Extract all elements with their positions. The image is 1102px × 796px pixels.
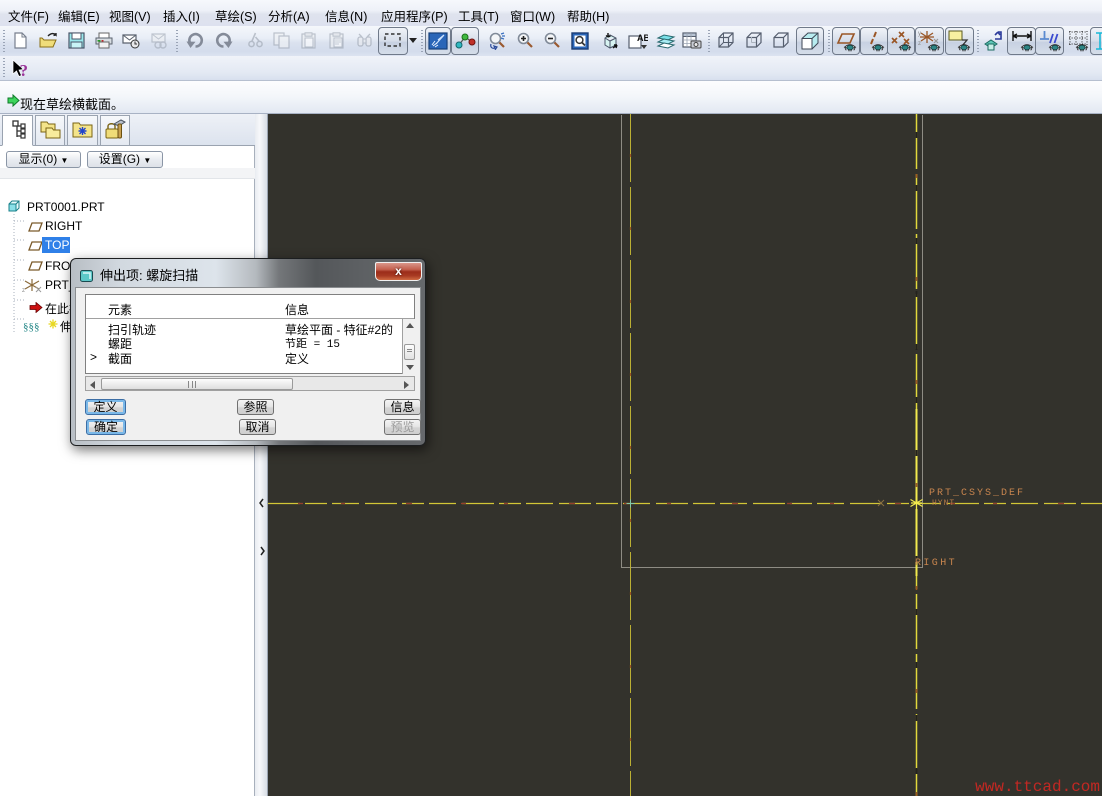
- svg-text:z: z: [918, 41, 921, 47]
- svg-text:z: z: [22, 288, 25, 293]
- svg-text:§§§: §§§: [23, 321, 40, 332]
- svg-text:HYNT: HYNT: [932, 499, 955, 508]
- svg-text:RIGHT: RIGHT: [915, 558, 957, 569]
- svg-text:AB: AB: [637, 33, 648, 43]
- svg-text:y: y: [918, 31, 921, 37]
- svg-text:PRT_CSYS_DEF: PRT_CSYS_DEF: [929, 488, 1025, 499]
- svg-text:?: ?: [20, 61, 29, 80]
